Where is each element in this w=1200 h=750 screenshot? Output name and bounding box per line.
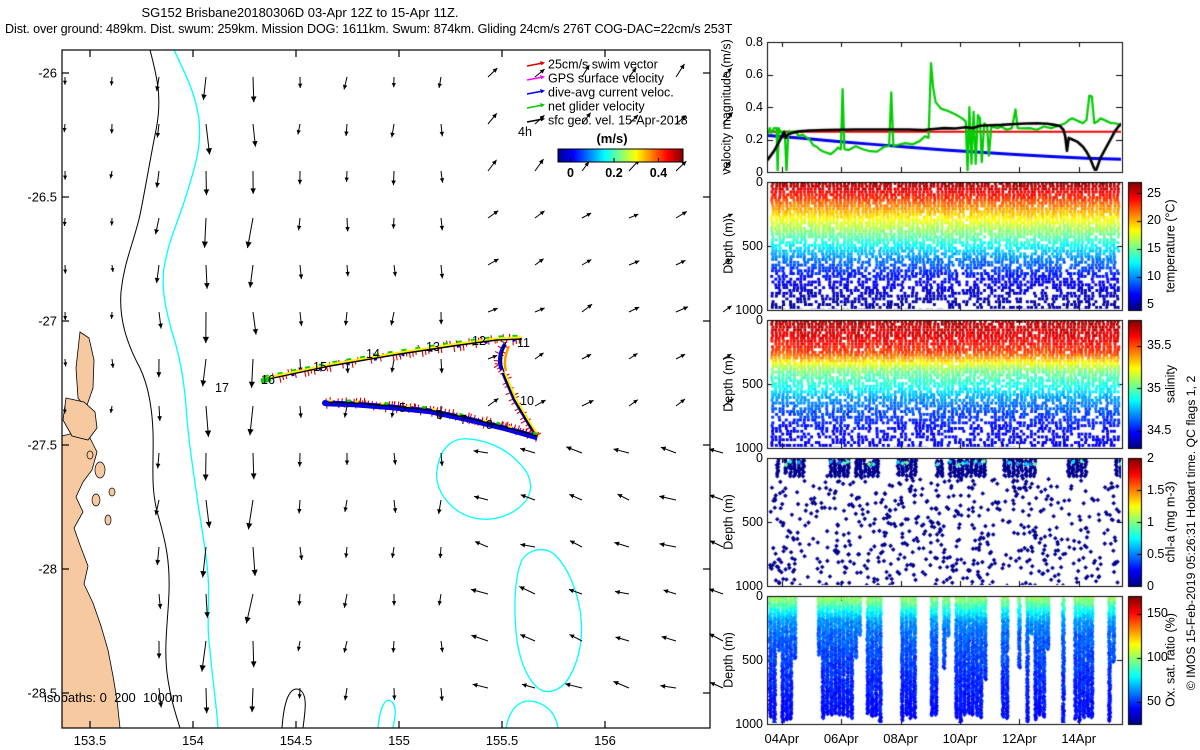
legend-colorbar-title: (m/s) — [596, 131, 627, 146]
depth-y-tick: 500 — [742, 239, 763, 254]
date-tick-label: 10Apr — [936, 731, 984, 746]
colorbar-axis-label: temperature (°C) — [1164, 199, 1179, 292]
colorbar-tick: 50 — [1147, 694, 1161, 709]
colorbar-tick: 34.5 — [1147, 423, 1171, 438]
figure: SG152 Brisbane20180306D 03-Apr 12Z to 15… — [0, 0, 1200, 750]
map-x-tick: 155 — [388, 733, 410, 748]
isobaths-note: isobaths: 0 200 1000m — [44, 690, 183, 705]
waypoint-label: 13 — [426, 340, 440, 354]
colorbar-axis-label: salinity — [1164, 365, 1179, 403]
colorbar-tick: 10 — [1147, 269, 1161, 284]
velocity-y-tick: 0.6 — [746, 67, 763, 82]
depth-axis-label: Depth (m) — [722, 356, 737, 412]
velocity-y-tick: 0.8 — [746, 35, 763, 50]
legend-colorbar-tick: 0.4 — [650, 166, 667, 180]
date-tick-label: 06Apr — [817, 731, 865, 746]
waypoint-label: 12 — [472, 334, 486, 348]
colorbar-tick: 35.5 — [1147, 338, 1171, 353]
depth-axis-label: Depth (m) — [722, 218, 737, 274]
waypoint-label: 11 — [517, 336, 530, 350]
colorbar-tick: 0.5 — [1147, 547, 1164, 562]
date-tick-label: 14Apr — [1055, 731, 1103, 746]
legend-item-label: 25cm/s swim vector — [548, 58, 658, 72]
map-legend: 25cm/s swim vectorGPS surface velocitydi… — [518, 58, 688, 181]
waypoint-label: 6 — [436, 408, 443, 422]
map-panel: 153.5154154.5155155.5156-26-26.5-27-27.5… — [0, 0, 760, 750]
waypoint-labels: 17 16 15 14 13 12 11 10 8 7 6 5 — [215, 334, 534, 432]
depth-y-tick: 1000 — [735, 717, 763, 732]
date-tick-label: 04Apr — [758, 731, 806, 746]
imos-attribution: © IMOS 15-Feb-2019 05:26:31 Hobart time.… — [1184, 376, 1198, 691]
colorbar-axis-label: Ox. sat. ratio (%) — [1164, 613, 1179, 707]
legend-item-label: sfc geo. vel. 15-Apr-2018 — [548, 114, 688, 128]
colorbar-tick: 0 — [1147, 579, 1154, 594]
depth-axis-label: Depth (m) — [722, 632, 737, 688]
colorbar-tick: 25 — [1147, 186, 1161, 201]
waypoint-label: 5 — [399, 401, 406, 415]
map-y-tick: -28 — [38, 562, 57, 577]
map-x-tick: 154 — [182, 733, 204, 748]
map-y-tick: -26 — [38, 66, 57, 81]
map-x-tick: 155.5 — [486, 733, 519, 748]
map-x-tick: 156 — [594, 733, 616, 748]
colorbar-tick: 1.5 — [1147, 483, 1164, 498]
map-y-tick: -27.5 — [27, 438, 57, 453]
legend-item-label: dive-avg current veloc. — [548, 86, 674, 100]
map-x-tick: 154.5 — [280, 733, 313, 748]
waypoint-label: 10 — [520, 394, 534, 408]
colorbar-tick: 2 — [1147, 451, 1154, 466]
waypoint-label: 15 — [313, 360, 327, 374]
waypoint-label: 7 — [460, 413, 467, 427]
land-polygons — [62, 332, 120, 728]
depth-y-tick: 500 — [742, 377, 763, 392]
timeseries-panels — [760, 0, 1200, 750]
depth-y-tick: 0 — [756, 313, 763, 328]
depth-y-tick: 0 — [756, 175, 763, 190]
colorbar-tick: 5 — [1147, 297, 1154, 312]
colorbar-tick: 20 — [1147, 213, 1161, 228]
legend-item-label: GPS surface velocity — [548, 72, 665, 86]
map-y-tick: -26.5 — [27, 190, 57, 205]
date-tick-label: 08Apr — [877, 731, 925, 746]
velocity-y-axis-label: velocity magnitude (m/s) — [720, 39, 735, 174]
legend-window-label: 4h — [518, 125, 532, 139]
colorbar-axis-label: chl-a (mg m-3) — [1164, 481, 1179, 562]
waypoint-label: 14 — [366, 347, 380, 361]
waypoint-label: 8 — [486, 418, 493, 432]
velocity-y-tick: 0.4 — [746, 100, 763, 115]
glider-track — [261, 334, 541, 442]
depth-y-tick: 0 — [756, 589, 763, 604]
colorbar-tick: 15 — [1147, 241, 1161, 256]
depth-y-tick: 500 — [742, 515, 763, 530]
waypoint-label: 16 — [261, 373, 275, 387]
waypoint-label: 17 — [215, 381, 229, 395]
legend-colorbar-tick: 0 — [567, 166, 574, 180]
date-tick-label: 12Apr — [995, 731, 1043, 746]
legend-item-label: net glider velocity — [548, 100, 645, 114]
depth-y-tick: 500 — [742, 653, 763, 668]
depth-y-tick: 0 — [756, 451, 763, 466]
map-x-tick: 153.5 — [74, 733, 107, 748]
colorbar-tick: 1 — [1147, 515, 1154, 530]
velocity-y-tick: 0.2 — [746, 132, 763, 147]
map-y-tick: -27 — [38, 314, 57, 329]
legend-colorbar-tick: 0.2 — [605, 166, 622, 180]
depth-axis-label: Depth (m) — [722, 494, 737, 550]
colorbar-tick: 35 — [1147, 381, 1161, 396]
